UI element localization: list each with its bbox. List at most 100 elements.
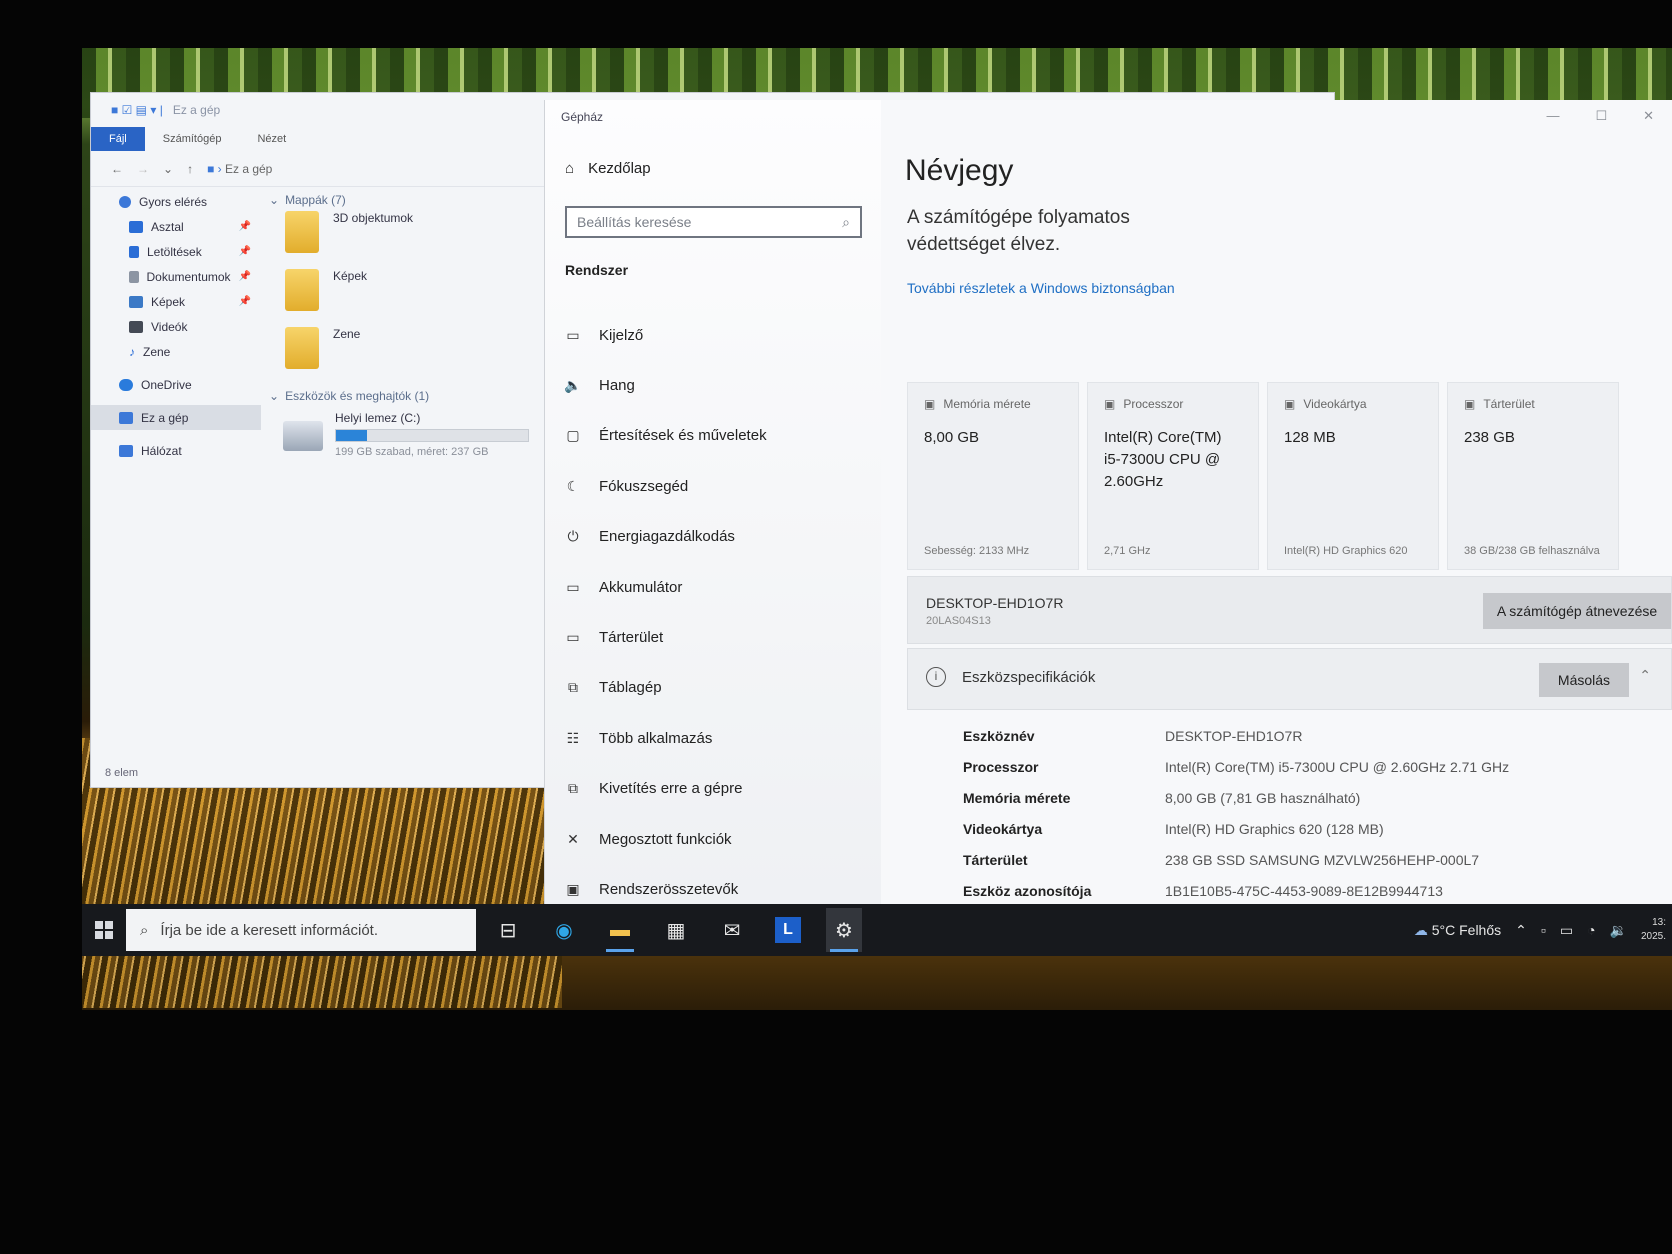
sidebar-item-pictures[interactable]: Képek 📌	[91, 289, 261, 314]
folder-item[interactable]: Képek	[269, 269, 559, 327]
nav-item-label: Energiagazdálkodás	[599, 528, 735, 546]
wifi-icon[interactable]: ◔	[1587, 922, 1595, 938]
file-explorer-icon[interactable]: ▬	[602, 908, 638, 952]
tab-file[interactable]: Fájl	[91, 127, 145, 151]
device-specs-list: Eszköznév DESKTOP-EHD1O7R Processzor Intel(…	[963, 728, 1509, 914]
taskbar-search-input[interactable]: ⌕ Írja be ide a keresett információt.	[126, 909, 476, 951]
nav-item[interactable]: ✕ Megosztott funkciók	[559, 814, 869, 864]
chevron-up-icon[interactable]: ⌃	[1639, 667, 1651, 684]
nav-item[interactable]: ☾ Fókuszsegéd	[559, 461, 869, 511]
up-arrow-icon[interactable]: ↑	[187, 162, 193, 176]
volume-icon[interactable]: 🔉	[1610, 922, 1627, 939]
security-details-link[interactable]: További részletek a Windows biztonságban	[907, 280, 1175, 296]
chevron-up-icon[interactable]: ⌃	[1515, 922, 1527, 939]
sidebar-item-this-pc[interactable]: Ez a gép	[91, 405, 261, 430]
nav-item[interactable]: ⧉ Kivetítés erre a gépre	[559, 764, 869, 814]
cloud-icon	[119, 378, 133, 391]
tab-computer[interactable]: Számítógép	[145, 133, 240, 145]
monitor-icon: ▭	[566, 326, 580, 343]
spec-key: Videokártya	[963, 821, 1043, 837]
explorer-title: Ez a gép	[172, 103, 221, 117]
forward-arrow-icon[interactable]: →	[137, 162, 149, 176]
nav-section-title: Rendszer	[565, 262, 629, 278]
back-arrow-icon[interactable]: ←	[111, 162, 123, 176]
computer-icon	[119, 411, 133, 424]
device-specs-header[interactable]: i Eszközspecifikációk Másolás ⌃	[907, 648, 1672, 710]
pin-icon: 📌	[238, 246, 251, 257]
settings-search-input[interactable]: Beállítás keresése ⌕	[565, 206, 862, 238]
desktop-icon	[129, 220, 143, 233]
sidebar-item-network[interactable]: Hálózat	[91, 438, 261, 463]
nav-item[interactable]: ⧉ Táblagép	[559, 663, 869, 713]
nav-item-label: Hang	[599, 377, 635, 395]
nav-item[interactable]: ⏻ Energiagazdálkodás	[559, 512, 869, 562]
task-view-icon[interactable]: ⊟	[490, 908, 526, 952]
start-button[interactable]	[82, 921, 126, 939]
drive-name: Helyi lemez (C:)	[335, 411, 421, 425]
edge-icon[interactable]: ◉	[546, 908, 582, 952]
folder-item[interactable]: 3D objektumok	[269, 211, 559, 269]
battery-icon[interactable]: ▭	[1560, 922, 1573, 939]
nav-item[interactable]: ▢ Értesítések és műveletek	[559, 411, 869, 461]
folder-pictures-icon	[285, 269, 319, 311]
nav-item[interactable]: ▭ Akkumulátor	[559, 562, 869, 612]
nav-item-label: Megosztott funkciók	[599, 830, 732, 848]
speaker-icon: 🔈	[564, 377, 582, 394]
devices-group-header[interactable]: ⌄ Eszközök és meghajtók (1)	[269, 385, 559, 407]
rename-pc-button[interactable]: A számítógép átnevezése	[1483, 593, 1671, 629]
nav-home[interactable]: ⌂ Kezdőlap	[565, 160, 651, 177]
moon-icon: ☾	[566, 477, 580, 494]
spec-card: ▣ Videokártya 128 MB Intel(R) HD Graphics 6…	[1267, 382, 1439, 570]
sidebar-item-onedrive[interactable]: OneDrive	[91, 372, 261, 397]
item-count-status: 8 elem	[105, 767, 139, 779]
settings-nav-list: ▭ Kijelző 🔈 Hang ▢ Értesítések és műveletek ☾ F…	[559, 310, 869, 915]
spec-card-detail: Intel(R) HD Graphics 620	[1284, 545, 1408, 557]
folder-item[interactable]: Zene	[269, 327, 559, 385]
mail-icon[interactable]: ✉	[714, 908, 750, 952]
l-app-icon[interactable]: L	[770, 908, 806, 952]
nav-item[interactable]: ▭ Kijelző	[559, 310, 869, 360]
device-icon[interactable]: ▫	[1541, 922, 1546, 938]
settings-nav-pane: Gépház ⌂ Kezdőlap Beállítás keresése ⌕ Ren…	[545, 100, 881, 952]
folders-group-header[interactable]: ⌄ Mappák (7)	[269, 189, 559, 211]
sidebar-item-downloads[interactable]: Letöltések 📌	[91, 239, 261, 264]
spec-value: 8,00 GB (7,81 GB használható)	[1165, 790, 1361, 806]
document-icon	[129, 270, 139, 283]
spec-value: DESKTOP-EHD1O7R	[1165, 728, 1303, 744]
spec-card-detail: 2,71 GHz	[1104, 545, 1151, 557]
drive-usage-fill	[336, 430, 367, 441]
processor-icon: ▣	[1104, 397, 1116, 411]
taskbar: ⌕ Írja be ide a keresett információt. ⊟ …	[82, 904, 1672, 956]
nav-item-label: Kijelző	[599, 326, 644, 344]
sidebar-item-videos[interactable]: Videók	[91, 314, 261, 339]
sidebar-item-music[interactable]: ♪ Zene	[91, 339, 261, 364]
store-icon[interactable]: ▦	[658, 908, 694, 952]
spec-card-value: 238 GB	[1464, 429, 1515, 446]
nav-item[interactable]: 🔈 Hang	[559, 360, 869, 410]
breadcrumb[interactable]: ■ › Ez a gép	[207, 162, 272, 176]
spec-card-value: 128 MB	[1284, 429, 1336, 446]
quick-access-toolbar-icon[interactable]: ■ ☑ ▤ ▾ |	[111, 103, 163, 117]
sidebar-item-quick-access[interactable]: Gyors elérés	[91, 189, 261, 214]
drive-item[interactable]: Helyi lemez (C:) 199 GB szabad, méret: 2…	[269, 411, 559, 458]
breadcrumb-this-pc[interactable]: Ez a gép	[225, 162, 272, 176]
clock[interactable]: 13: 2025.	[1641, 916, 1666, 944]
device-name-row: DESKTOP-EHD1O7R 20LAS04S13 A számítógép …	[907, 576, 1672, 644]
chevron-down-icon[interactable]: ⌄	[163, 162, 173, 176]
nav-item[interactable]: ☷ Több alkalmazás	[559, 713, 869, 763]
spec-value: Intel(R) HD Graphics 620 (128 MB)	[1165, 821, 1384, 837]
settings-gear-icon[interactable]: ⚙	[826, 908, 862, 952]
device-model: 20LAS04S13	[926, 615, 991, 627]
network-icon	[119, 444, 133, 457]
device-name: DESKTOP-EHD1O7R	[926, 595, 1064, 611]
spec-row: Processzor Intel(R) Core(TM) i5-7300U CPU…	[963, 759, 1509, 790]
tab-view[interactable]: Nézet	[239, 133, 304, 145]
spec-key: Eszköznév	[963, 728, 1035, 744]
nav-item[interactable]: ▭ Tárterület	[559, 612, 869, 662]
sidebar-item-desktop[interactable]: Asztal 📌	[91, 214, 261, 239]
weather-widget[interactable]: ☁ 5°C Felhős	[1414, 922, 1501, 939]
sidebar-item-documents[interactable]: Dokumentumok 📌	[91, 264, 261, 289]
tablet-icon: ⧉	[568, 679, 578, 696]
copy-button[interactable]: Másolás	[1539, 663, 1629, 697]
spec-card-title: ▣ Videokártya	[1284, 397, 1367, 411]
